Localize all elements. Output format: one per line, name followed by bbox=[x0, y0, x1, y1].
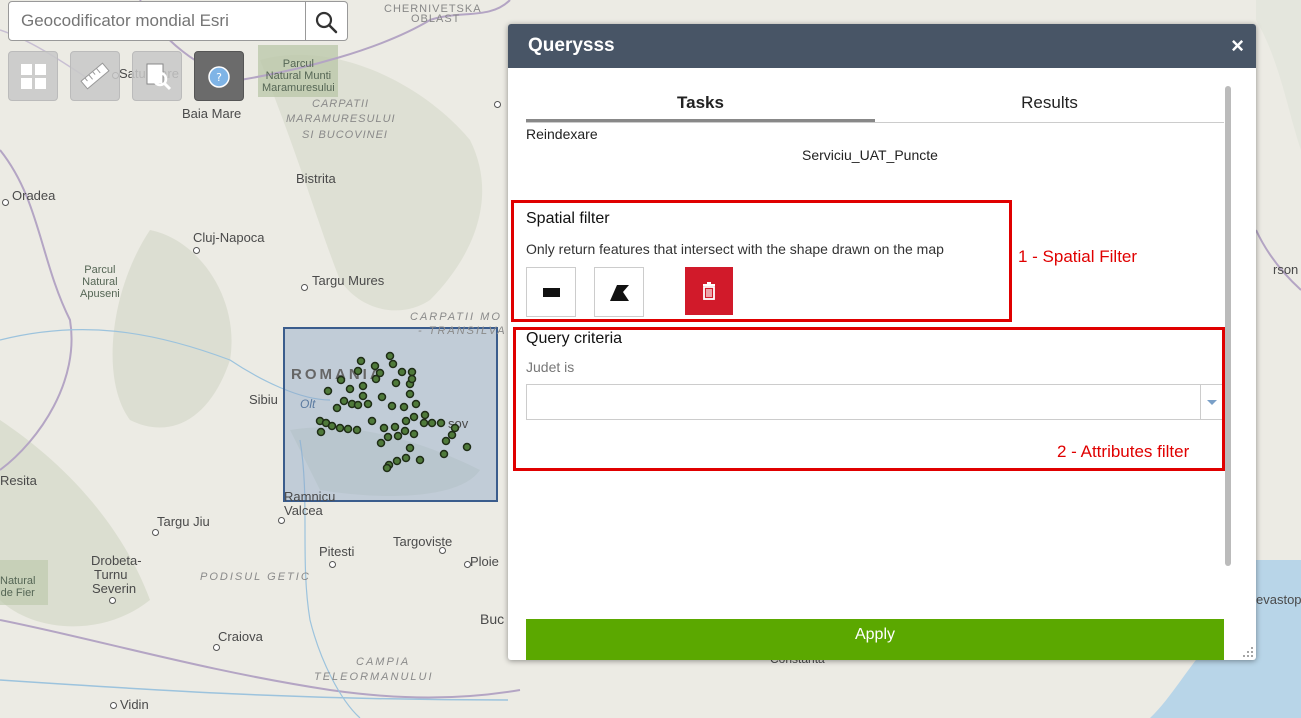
close-button[interactable]: × bbox=[1231, 33, 1244, 59]
about-button[interactable]: ? bbox=[194, 51, 244, 101]
tab-results[interactable]: Results bbox=[875, 86, 1224, 122]
query-tool-button[interactable] bbox=[132, 51, 182, 101]
about-icon: ? bbox=[208, 66, 230, 88]
spatial-filter-annotation-box bbox=[511, 200, 1012, 322]
scrollbar[interactable] bbox=[1225, 86, 1231, 566]
geocoder-search bbox=[8, 1, 348, 43]
apply-button[interactable]: Apply bbox=[526, 619, 1224, 660]
search-icon bbox=[315, 11, 338, 34]
service-name: Serviciu_UAT_Puncte bbox=[802, 147, 938, 163]
tab-bar: Tasks Results bbox=[526, 86, 1224, 123]
resize-grip-icon[interactable] bbox=[1242, 646, 1254, 658]
basemap-gallery-icon bbox=[21, 64, 46, 89]
attributes-filter-annotation: 2 - Attributes filter bbox=[1057, 442, 1190, 461]
close-icon: × bbox=[1231, 33, 1244, 58]
search-input[interactable] bbox=[8, 1, 306, 41]
tab-tasks[interactable]: Tasks bbox=[526, 86, 875, 122]
spatial-filter-annotation: 1 - Spatial Filter bbox=[1018, 247, 1138, 266]
svg-text:?: ? bbox=[216, 71, 222, 84]
measurement-button[interactable] bbox=[70, 51, 120, 101]
query-icon bbox=[146, 63, 172, 91]
panel-header: Querysss × bbox=[508, 24, 1256, 68]
basemap-gallery-button[interactable] bbox=[8, 51, 58, 101]
panel-title: Querysss bbox=[528, 35, 615, 56]
task-name: Reindexare bbox=[526, 126, 598, 142]
measurement-icon bbox=[80, 62, 110, 90]
search-button[interactable] bbox=[306, 1, 348, 41]
